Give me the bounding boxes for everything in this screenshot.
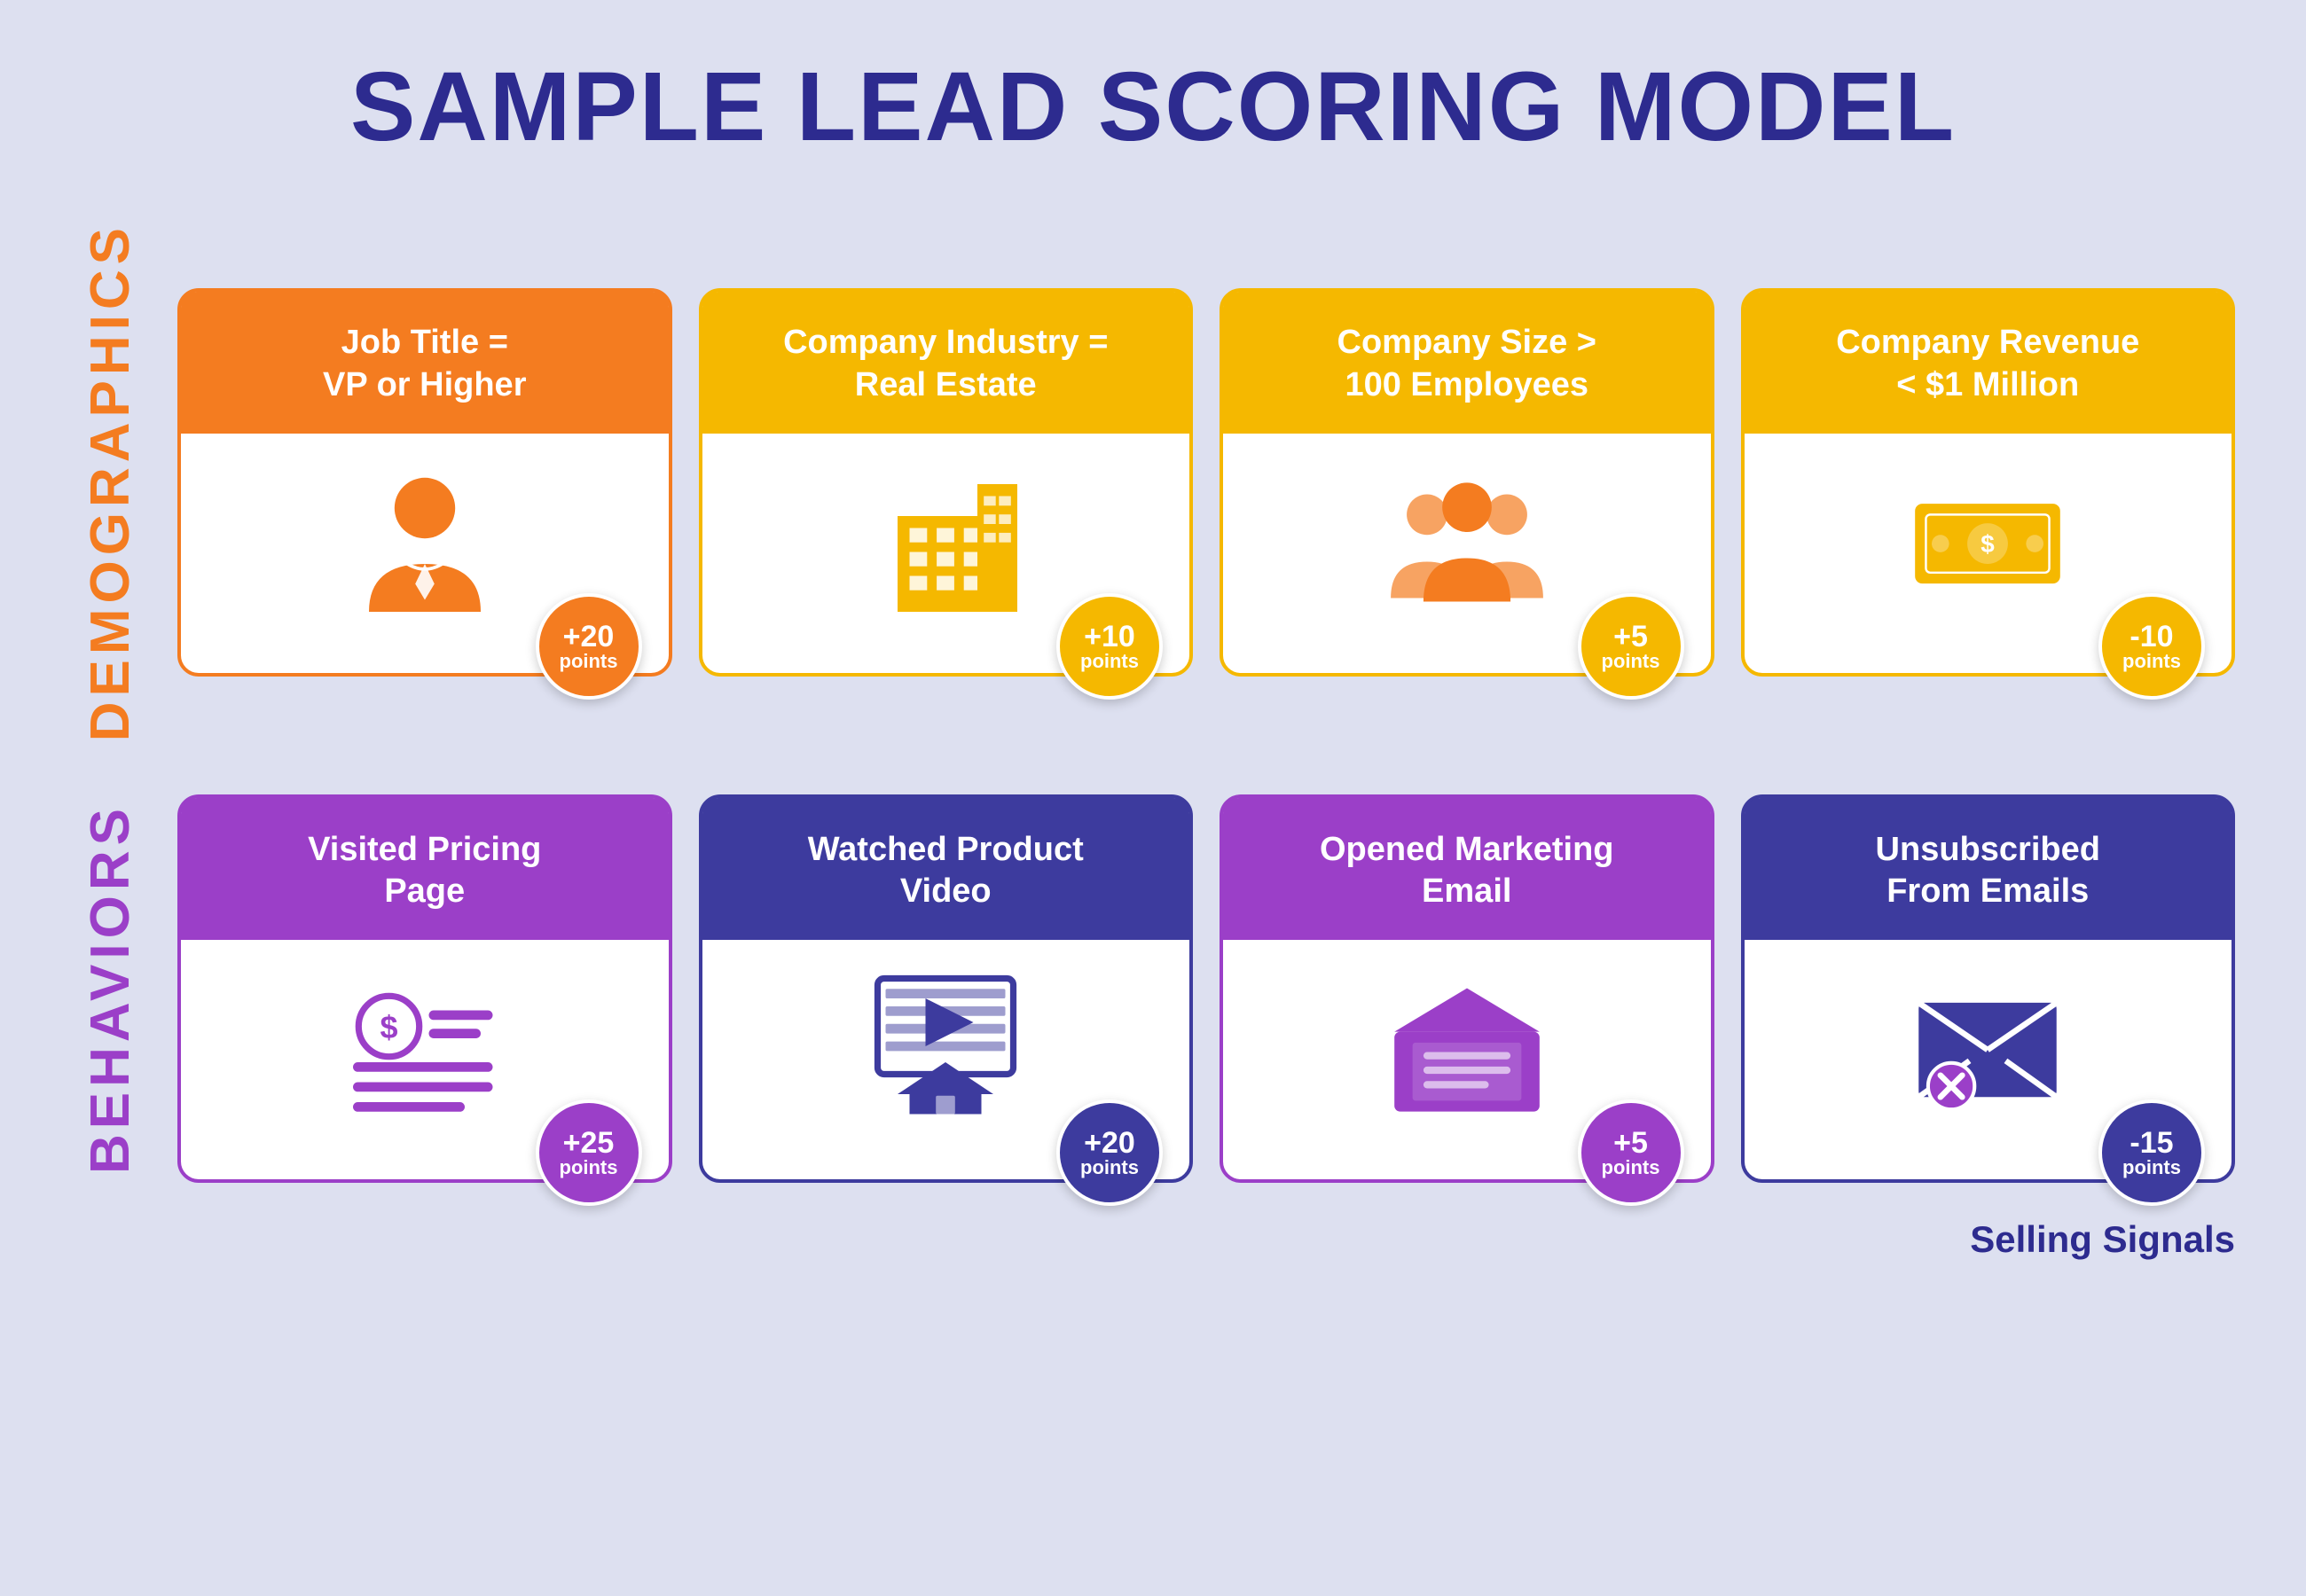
card-body-watched-video: +20 points	[702, 940, 1190, 1179]
points-badge-company-revenue: -10 points	[2098, 593, 2205, 700]
pricing-icon: $	[345, 966, 505, 1126]
points-badge-visited-pricing: +25 points	[536, 1099, 642, 1206]
card-header-text-company-size: Company Size >100 Employees	[1337, 322, 1596, 406]
points-value-visited-pricing: +25	[563, 1128, 615, 1158]
points-value-job-title: +20	[563, 622, 615, 652]
points-label-unsubscribed: points	[2122, 1158, 2181, 1177]
behaviors-cards: Visited PricingPage $	[177, 794, 2235, 1183]
svg-text:$: $	[1981, 530, 1996, 558]
card-watched-video: Watched ProductVideo	[699, 794, 1194, 1183]
branding: Selling Signals	[1970, 1218, 2235, 1261]
card-header-opened-email: Opened MarketingEmail	[1223, 798, 1711, 940]
points-label-job-title: points	[560, 652, 618, 671]
card-header-text-opened-email: Opened MarketingEmail	[1320, 829, 1614, 913]
building-icon	[866, 460, 1025, 620]
points-value-watched-video: +20	[1084, 1128, 1135, 1158]
card-header-company-size: Company Size >100 Employees	[1223, 292, 1711, 434]
points-label-opened-email: points	[1602, 1158, 1660, 1177]
points-label-company-revenue: points	[2122, 652, 2181, 671]
card-company-industry: Company Industry =Real Estate	[699, 288, 1194, 677]
points-value-opened-email: +5	[1613, 1128, 1648, 1158]
card-visited-pricing: Visited PricingPage $	[177, 794, 672, 1183]
points-label-company-size: points	[1602, 652, 1660, 671]
points-value-company-industry: +10	[1084, 622, 1135, 652]
card-body-company-industry: +10 points	[702, 434, 1190, 673]
card-header-company-industry: Company Industry =Real Estate	[702, 292, 1190, 434]
person-icon	[345, 460, 505, 620]
points-badge-company-size: +5 points	[1578, 593, 1684, 700]
card-company-revenue: Company Revenue< $1 Million $	[1741, 288, 2236, 677]
behaviors-label: BEHAVIORS	[71, 803, 142, 1174]
sections-wrapper: DEMOGRAPHICS Job Title =VP or Higher	[71, 223, 2235, 1183]
card-company-size: Company Size >100 Employees	[1220, 288, 1714, 677]
card-body-unsubscribed: -15 points	[1745, 940, 2232, 1179]
points-badge-company-industry: +10 points	[1056, 593, 1163, 700]
card-header-job-title: Job Title =VP or Higher	[181, 292, 669, 434]
demographics-label: DEMOGRAPHICS	[71, 223, 142, 741]
points-value-unsubscribed: -15	[2130, 1128, 2173, 1158]
demographics-cards: Job Title =VP or Higher	[177, 288, 2235, 677]
points-label-watched-video: points	[1080, 1158, 1139, 1177]
card-header-visited-pricing: Visited PricingPage	[181, 798, 669, 940]
svg-text:$: $	[380, 1009, 397, 1045]
demographics-row: DEMOGRAPHICS Job Title =VP or Higher	[71, 223, 2235, 741]
money-icon: $	[1908, 460, 2067, 620]
card-header-company-revenue: Company Revenue< $1 Million	[1745, 292, 2232, 434]
points-value-company-size: +5	[1613, 622, 1648, 652]
page-title: SAMPLE LEAD SCORING MODEL	[350, 53, 1956, 160]
card-header-text-company-revenue: Company Revenue< $1 Million	[1836, 322, 2139, 406]
points-value-company-revenue: -10	[2130, 622, 2173, 652]
card-opened-email: Opened MarketingEmail	[1220, 794, 1714, 1183]
points-badge-unsubscribed: -15 points	[2098, 1099, 2205, 1206]
behaviors-row: BEHAVIORS Visited PricingPage $	[71, 794, 2235, 1183]
card-unsubscribed: UnsubscribedFrom Emails	[1741, 794, 2236, 1183]
points-badge-watched-video: +20 points	[1056, 1099, 1163, 1206]
card-job-title: Job Title =VP or Higher	[177, 288, 672, 677]
card-header-text-job-title: Job Title =VP or Higher	[323, 322, 526, 406]
video-icon	[866, 966, 1025, 1126]
points-badge-opened-email: +5 points	[1578, 1099, 1684, 1206]
points-label-company-industry: points	[1080, 652, 1139, 671]
card-header-watched-video: Watched ProductVideo	[702, 798, 1190, 940]
card-body-company-revenue: $ -10 points	[1745, 434, 2232, 673]
email-icon	[1387, 966, 1547, 1126]
points-badge-job-title: +20 points	[536, 593, 642, 700]
card-header-text-company-industry: Company Industry =Real Estate	[783, 322, 1108, 406]
card-body-job-title: +20 points	[181, 434, 669, 673]
card-header-text-visited-pricing: Visited PricingPage	[308, 829, 541, 913]
card-header-text-watched-video: Watched ProductVideo	[808, 829, 1084, 913]
points-label-visited-pricing: points	[560, 1158, 618, 1177]
card-header-unsubscribed: UnsubscribedFrom Emails	[1745, 798, 2232, 940]
card-body-visited-pricing: $ +25 points	[181, 940, 669, 1179]
card-body-company-size: +5 points	[1223, 434, 1711, 673]
card-body-opened-email: +5 points	[1223, 940, 1711, 1179]
card-header-text-unsubscribed: UnsubscribedFrom Emails	[1876, 829, 2100, 913]
people-icon	[1387, 460, 1547, 620]
unsubscribe-icon	[1908, 966, 2067, 1126]
